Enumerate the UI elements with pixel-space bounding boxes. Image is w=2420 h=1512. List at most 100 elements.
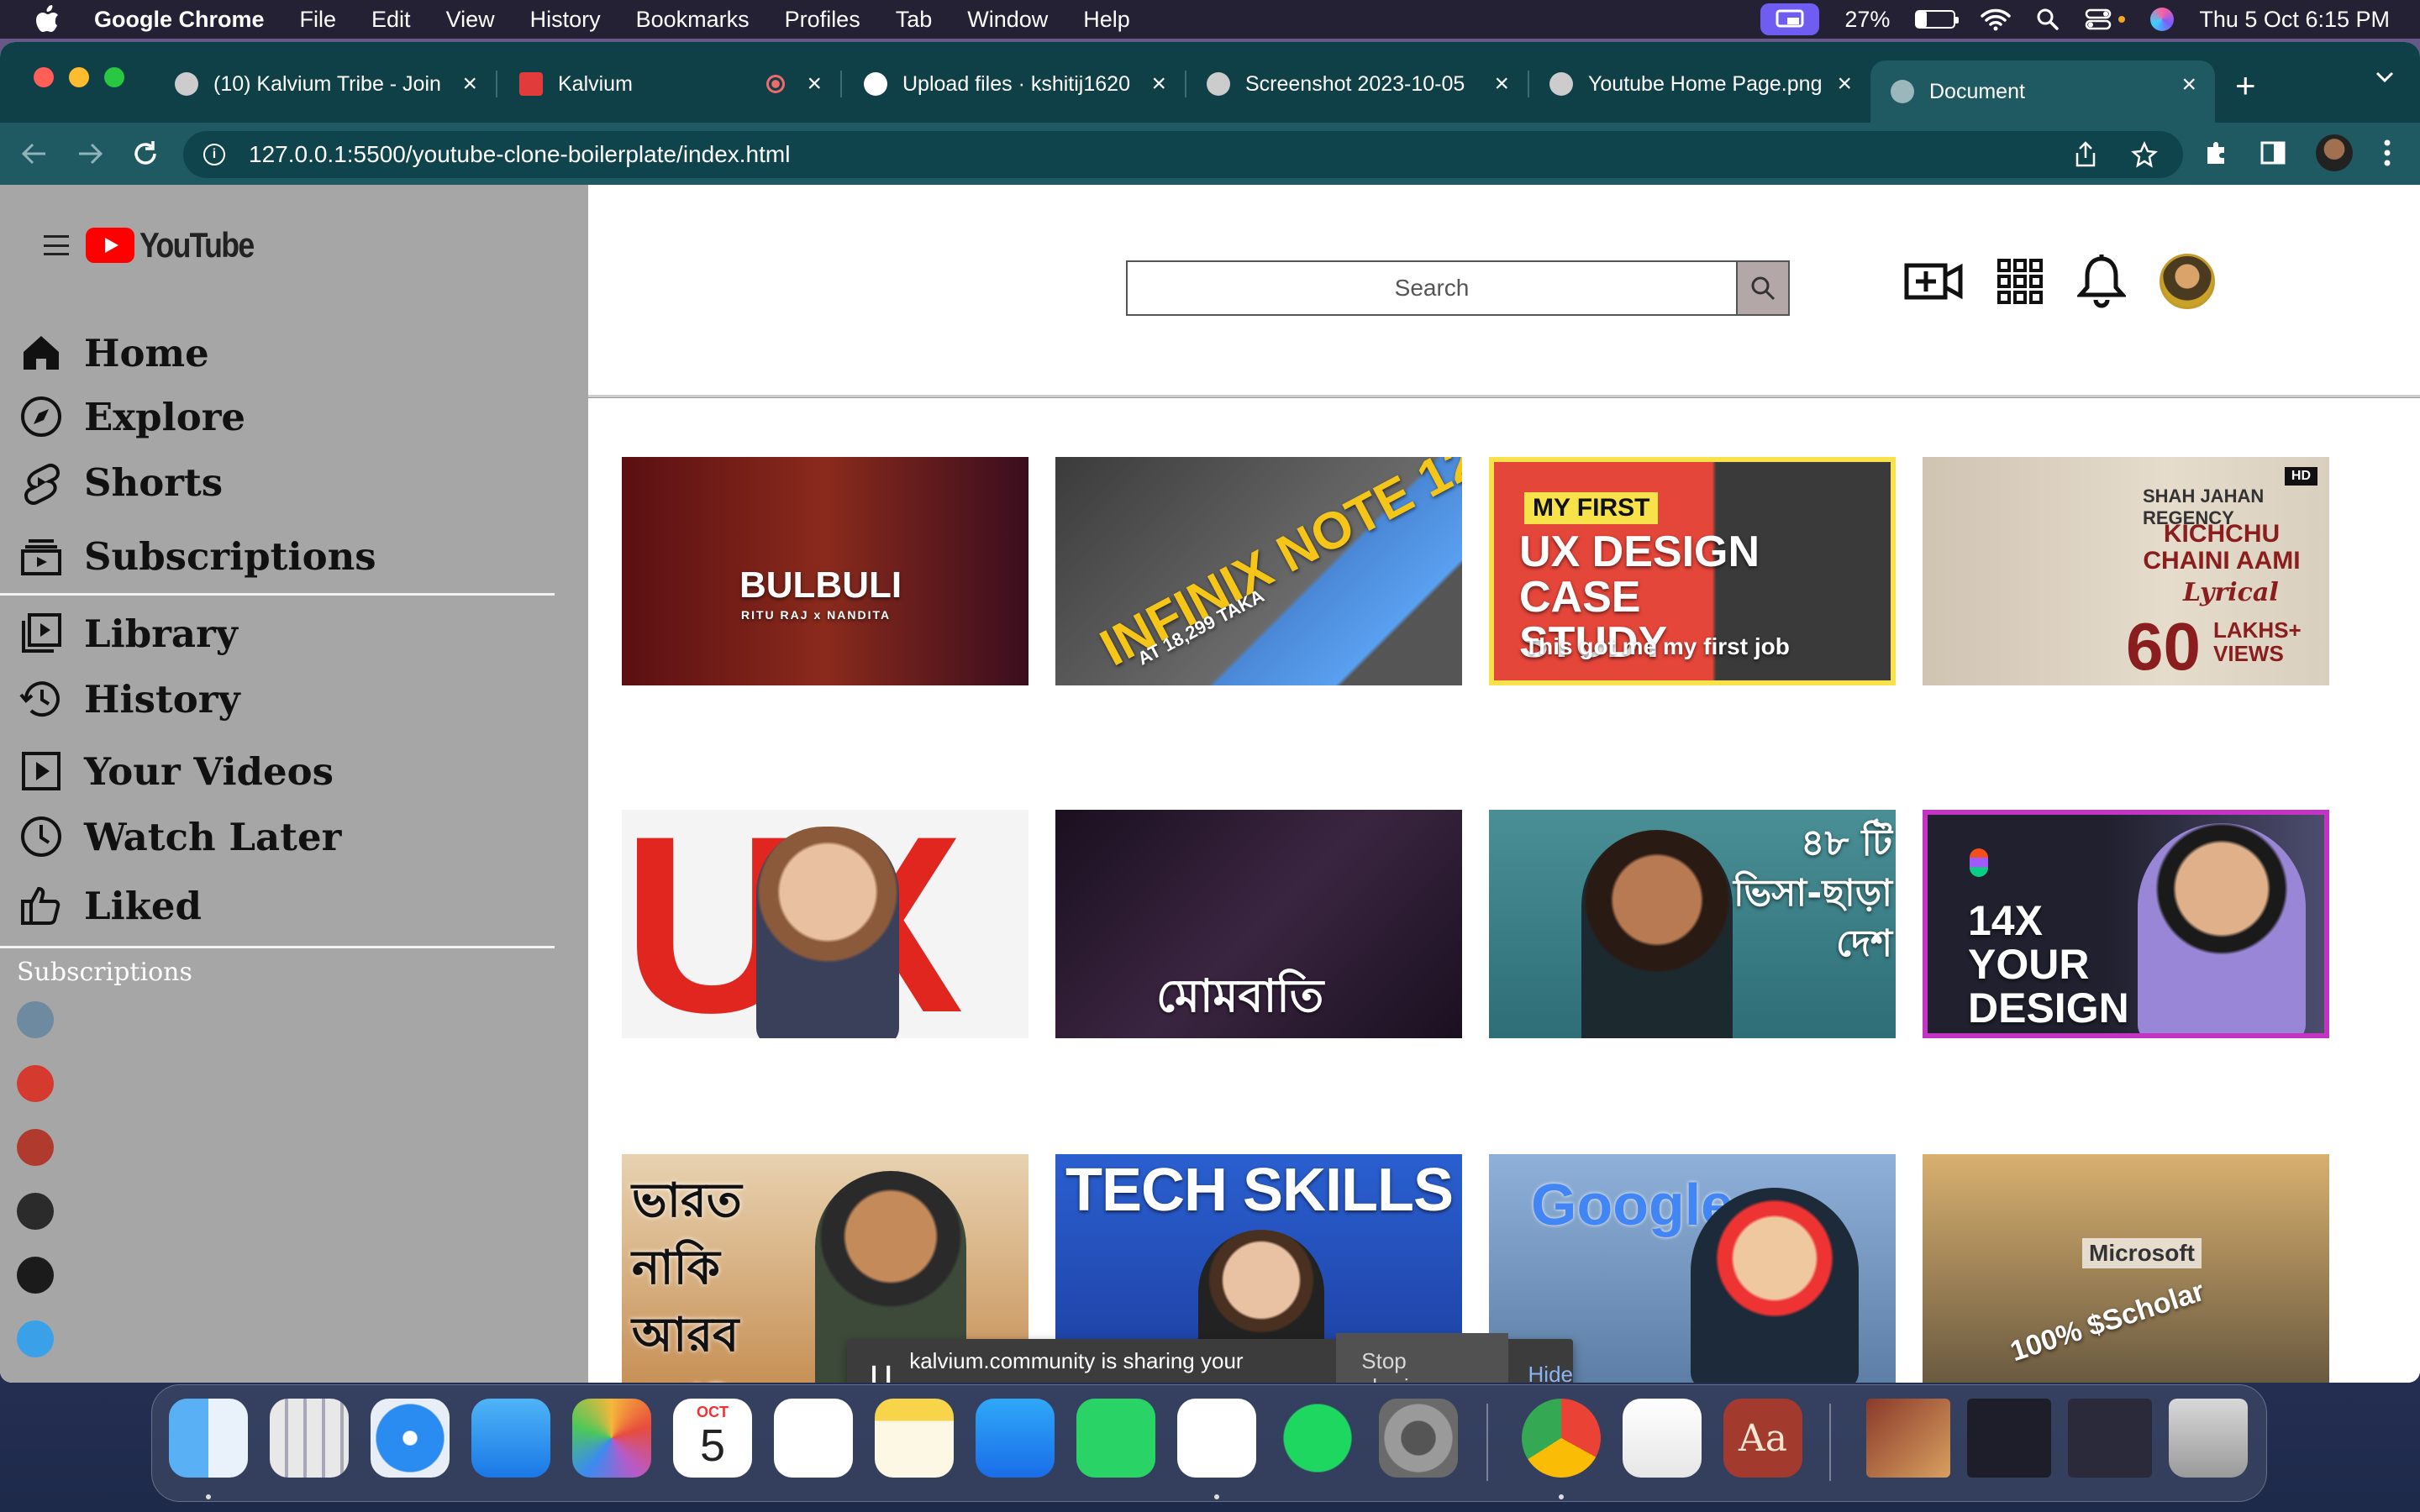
whatsapp-icon[interactable] <box>1076 1399 1155 1478</box>
reload-icon[interactable] <box>131 139 160 168</box>
video-thumbnail[interactable]: INFINIX NOTE 12 AT 18,299 TAKA <box>1055 457 1462 685</box>
chrome-icon[interactable] <box>1522 1399 1601 1478</box>
video-thumbnail[interactable]: BULBULI RITU RAJ x NANDITA <box>622 457 1028 685</box>
close-tab-icon[interactable]: × <box>2181 71 2196 99</box>
spotify-icon[interactable] <box>1278 1399 1357 1478</box>
sidebar-item-history[interactable]: History <box>18 675 240 722</box>
reminders-icon[interactable] <box>774 1399 853 1478</box>
forward-arrow-icon[interactable] <box>76 139 104 168</box>
sidebar-item-subscriptions[interactable]: Subscriptions <box>18 533 376 580</box>
profile-avatar[interactable] <box>2316 134 2353 171</box>
side-panel-icon[interactable] <box>2260 140 2286 165</box>
extensions-puzzle-icon[interactable] <box>2203 139 2230 166</box>
subscription-avatar[interactable] <box>17 1065 54 1102</box>
menu-help[interactable]: Help <box>1083 7 1130 33</box>
stop-sharing-button[interactable]: Stop sharing <box>1336 1333 1508 1383</box>
video-thumbnail[interactable]: মোমবাতি <box>1055 810 1462 1038</box>
clock-datetime[interactable]: Thu 5 Oct 6:15 PM <box>2199 7 2390 33</box>
tab-youtube-home-png[interactable]: Youtube Home Page.png × <box>1529 60 1870 108</box>
tab-github-upload[interactable]: Upload files · kshitij1620 × <box>844 60 1186 108</box>
sidebar-item-library[interactable]: Library <box>18 610 238 657</box>
menu-file[interactable]: File <box>300 7 337 33</box>
sidebar-item-watch-later[interactable]: Watch Later <box>18 813 341 860</box>
menu-window[interactable]: Window <box>967 7 1048 33</box>
launchpad-icon[interactable] <box>270 1399 349 1478</box>
sidebar-item-liked[interactable]: Liked <box>18 882 202 929</box>
address-bar[interactable]: i 127.0.0.1:5500/youtube-clone-boilerpla… <box>183 131 2183 178</box>
tab-kalvium[interactable]: Kalvium × <box>499 60 842 108</box>
apple-logo-icon[interactable] <box>35 5 60 34</box>
tab-search-chevron-icon[interactable] <box>2375 71 2395 84</box>
chrome-menu-icon[interactable] <box>2383 139 2391 167</box>
sidebar-item-shorts[interactable]: Shorts <box>18 459 223 506</box>
close-tab-icon[interactable]: × <box>1494 70 1509 98</box>
menu-app-name[interactable]: Google Chrome <box>94 7 265 33</box>
app-store-icon[interactable] <box>976 1399 1055 1478</box>
apps-grid-icon[interactable] <box>1996 258 2044 305</box>
bookmark-star-icon[interactable] <box>2131 141 2158 168</box>
menu-edit[interactable]: Edit <box>371 7 411 33</box>
notes-icon[interactable] <box>875 1399 954 1478</box>
control-center-icon[interactable] <box>2085 8 2112 31</box>
video-thumbnail[interactable]: 14X YOUR DESIGN SPEED <box>1923 810 2329 1038</box>
hide-link[interactable]: Hide <box>1528 1362 1573 1383</box>
close-tab-icon[interactable]: × <box>1837 70 1852 98</box>
sidebar-item-your-videos[interactable]: Your Videos <box>18 748 334 795</box>
video-thumbnail[interactable]: HD SHAH JAHAN REGENCY KICHCHU CHAINI AAM… <box>1923 457 2329 685</box>
menu-profiles[interactable]: Profiles <box>785 7 860 33</box>
menu-tab[interactable]: Tab <box>896 7 933 33</box>
settings-icon[interactable] <box>1379 1399 1458 1478</box>
video-thumbnail[interactable]: MY FIRST UX DESIGN CASE STUDY This got m… <box>1489 457 1896 685</box>
trash-icon[interactable] <box>2169 1399 2248 1478</box>
tab-document[interactable]: Document × <box>1870 60 2215 123</box>
photos-icon[interactable] <box>572 1399 651 1478</box>
calendar-icon[interactable]: OCT 5 <box>673 1399 752 1478</box>
close-tab-icon[interactable]: × <box>807 70 822 98</box>
subscription-avatar[interactable] <box>17 1001 54 1038</box>
siri-icon[interactable] <box>2150 8 2175 31</box>
recent-window-thumbnail[interactable] <box>2068 1399 2152 1478</box>
site-info-icon[interactable]: i <box>203 144 225 165</box>
spotlight-search-icon[interactable] <box>2036 8 2060 31</box>
search-input[interactable] <box>1128 262 1736 314</box>
screen-sharing-icon[interactable] <box>1760 3 1820 35</box>
safari-icon[interactable] <box>371 1399 450 1478</box>
video-thumbnail[interactable]: ৪৮ টি ভিসা-ছাড়া দেশ <box>1489 810 1896 1038</box>
finder-icon[interactable] <box>169 1399 248 1478</box>
url-text[interactable]: 127.0.0.1:5500/youtube-clone-boilerplate… <box>249 141 790 168</box>
mail-icon[interactable] <box>471 1399 550 1478</box>
bell-icon[interactable] <box>2077 254 2126 309</box>
subscription-avatar[interactable] <box>17 1193 54 1230</box>
close-window-button[interactable] <box>34 67 54 87</box>
search-button[interactable] <box>1736 262 1788 314</box>
vscode-icon[interactable] <box>1177 1399 1256 1478</box>
dictionary-icon[interactable]: Aa <box>1723 1399 1802 1478</box>
wifi-icon[interactable] <box>1981 8 2012 31</box>
menu-history[interactable]: History <box>530 7 601 33</box>
new-tab-button[interactable]: + <box>2235 66 2256 106</box>
avatar[interactable] <box>2160 254 2215 309</box>
share-icon[interactable] <box>2074 141 2097 168</box>
subscription-avatar[interactable] <box>17 1129 54 1166</box>
subscription-avatar[interactable] <box>17 1320 54 1357</box>
recent-window-thumbnail[interactable] <box>1967 1399 2051 1478</box>
minimize-window-button[interactable] <box>69 67 89 87</box>
menu-view[interactable]: View <box>446 7 495 33</box>
close-tab-icon[interactable]: × <box>1151 70 1166 98</box>
video-thumbnail[interactable]: UX <box>622 810 1028 1038</box>
zoom-window-button[interactable] <box>104 67 124 87</box>
battery-icon[interactable] <box>1915 10 1960 29</box>
sidebar-item-home[interactable]: Home <box>18 329 209 376</box>
create-video-icon[interactable] <box>1904 260 1963 302</box>
recent-window-thumbnail[interactable] <box>1866 1399 1950 1478</box>
hamburger-menu-icon[interactable] <box>44 235 69 255</box>
subscription-avatar[interactable] <box>17 1257 54 1294</box>
tab-screenshot[interactable]: Screenshot 2023-10-05 × <box>1186 60 1529 108</box>
back-arrow-icon[interactable] <box>20 139 49 168</box>
imovie-icon[interactable] <box>1623 1399 1702 1478</box>
menu-bookmarks[interactable]: Bookmarks <box>636 7 750 33</box>
close-tab-icon[interactable]: × <box>462 70 477 98</box>
tab-kalvium-tribe[interactable]: (10) Kalvium Tribe - Join × <box>155 60 497 108</box>
sidebar-item-explore[interactable]: Explore <box>18 393 245 440</box>
youtube-logo[interactable]: YouTube <box>86 225 273 265</box>
